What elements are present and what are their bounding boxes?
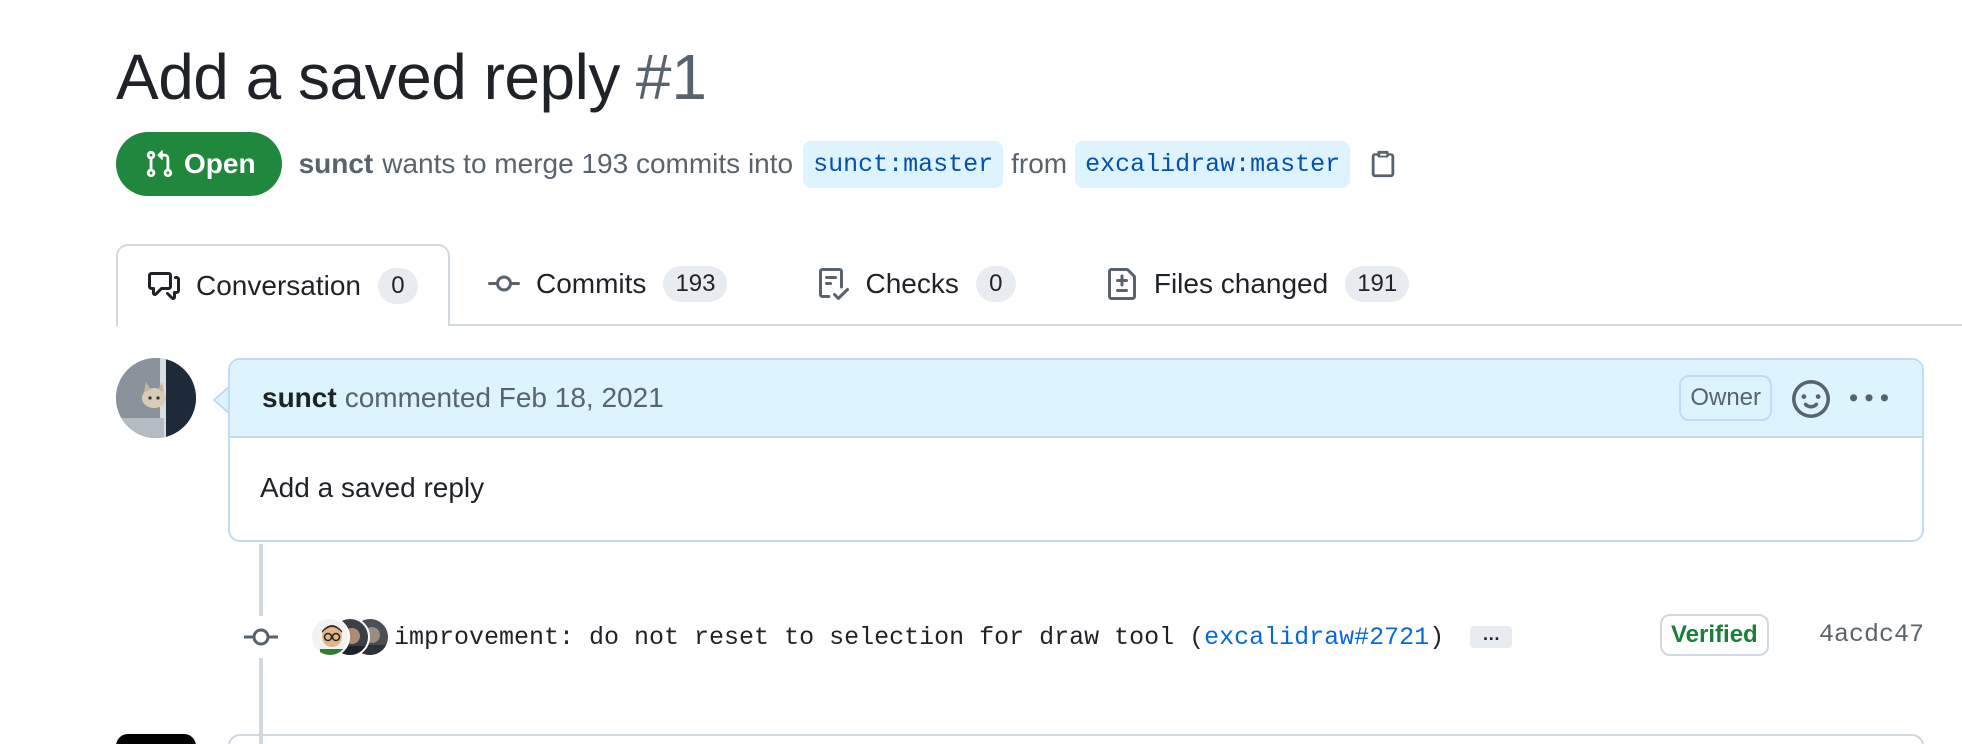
- git-commit-icon: [240, 616, 282, 658]
- smiley-icon[interactable]: [1792, 380, 1830, 418]
- verified-badge[interactable]: Verified: [1660, 614, 1769, 656]
- pr-author-link[interactable]: sunct: [299, 148, 374, 180]
- tab-conversation-label: Conversation: [196, 270, 361, 301]
- tab-files-changed[interactable]: Files changed 191: [1076, 244, 1439, 324]
- commit-sha[interactable]: 4acdc47: [1819, 620, 1924, 649]
- commit-author-avatars[interactable]: [310, 617, 390, 657]
- owner-badge: Owner: [1679, 375, 1772, 421]
- commit-message[interactable]: improvement: do not reset to selection f…: [394, 623, 1444, 652]
- base-branch[interactable]: sunct:master: [803, 140, 1004, 188]
- comment-author-link[interactable]: sunct: [262, 382, 337, 414]
- git-pull-request-icon: [146, 150, 173, 178]
- comment-body: Add a saved reply: [260, 472, 485, 503]
- commit-message-text: improvement: do not reset to selection f…: [394, 622, 1205, 652]
- tab-commits-label: Commits: [535, 268, 647, 299]
- from-text: from: [1011, 148, 1068, 179]
- comment-author-avatar[interactable]: [116, 358, 196, 438]
- tab-files-changed-label: Files changed: [1153, 268, 1329, 299]
- copy-icon[interactable]: [1368, 149, 1398, 179]
- next-comment-avatar[interactable]: [116, 734, 196, 744]
- pr-title: Add a saved reply: [116, 41, 620, 113]
- tab-commits[interactable]: Commits 193: [458, 244, 758, 324]
- tab-checks-count: 0: [975, 266, 1016, 302]
- merge-text: wants to merge 193 commits into: [382, 148, 794, 179]
- tab-commits-count: 193: [663, 266, 728, 302]
- avatar-image: [116, 358, 196, 438]
- git-commit-icon: [487, 275, 520, 292]
- head-branch[interactable]: excalidraw:master: [1075, 140, 1351, 188]
- file-diff-icon: [1107, 268, 1136, 300]
- pr-title-row: Add a saved reply #1: [116, 40, 707, 114]
- checklist-icon: [819, 268, 850, 300]
- state-label: Open: [184, 148, 256, 179]
- timeline-commit: improvement: do not reset to selection f…: [240, 614, 1924, 660]
- next-comment: [228, 734, 1924, 744]
- expand-commit-button[interactable]: …: [1470, 625, 1513, 648]
- state-badge: Open: [116, 132, 282, 196]
- pr-number: #1: [635, 41, 707, 113]
- merge-description: sunct wants to merge 193 commits into su…: [299, 140, 1399, 188]
- comment-header: sunct commented Feb 18, 2021 Owner: [230, 360, 1922, 438]
- pr-meta: Open sunct wants to merge 193 commits in…: [116, 132, 1398, 196]
- commit-message-end: ): [1429, 622, 1445, 652]
- tab-checks-label: Checks: [865, 268, 959, 299]
- avatar: [310, 617, 350, 657]
- pr-tabs: Conversation 0 Commits 193 Checks 0 File…: [116, 244, 1962, 326]
- tab-conversation[interactable]: Conversation 0: [116, 244, 450, 326]
- tab-files-changed-count: 191: [1345, 266, 1410, 302]
- pr-description-comment: sunct commented Feb 18, 2021 Owner Add a…: [228, 358, 1924, 542]
- comment-discussion-icon: [148, 272, 180, 300]
- tab-conversation-count: 0: [377, 268, 418, 304]
- tab-checks[interactable]: Checks 0: [787, 244, 1045, 324]
- comment-timestamp[interactable]: commented Feb 18, 2021: [345, 382, 664, 414]
- issue-link[interactable]: excalidraw#2721: [1204, 623, 1429, 652]
- kebab-horizontal-icon[interactable]: [1850, 380, 1888, 418]
